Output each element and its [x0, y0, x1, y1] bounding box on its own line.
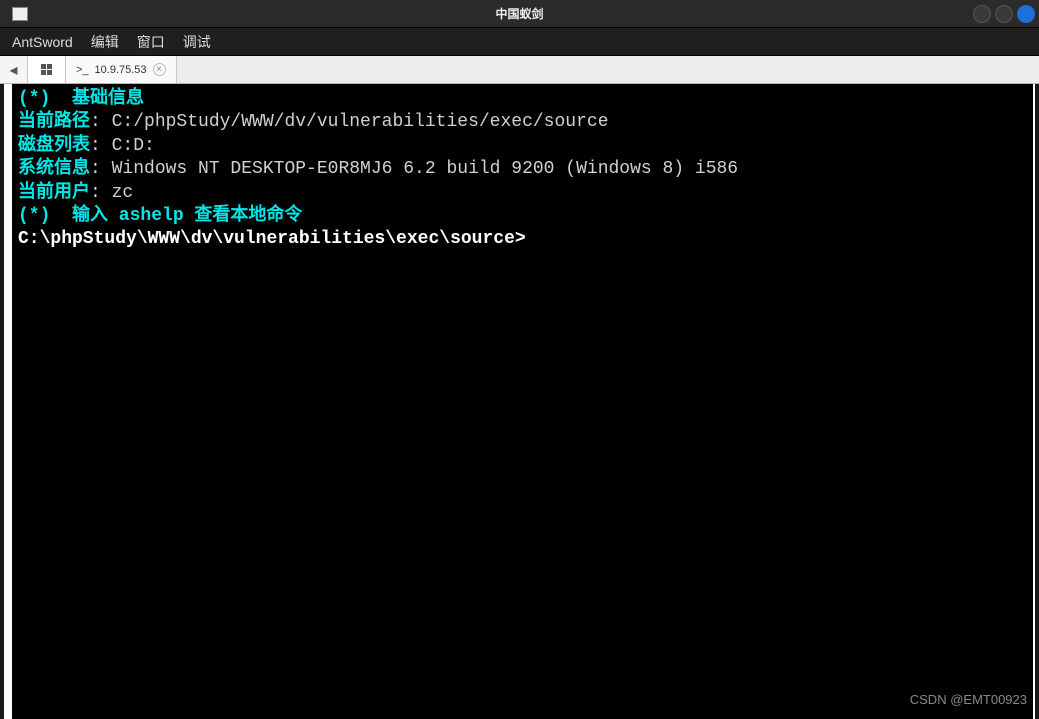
- term-header: (*) 基础信息: [18, 89, 144, 109]
- term-user-label: 当前用户: [18, 183, 90, 203]
- menu-edit[interactable]: 编辑: [91, 32, 119, 52]
- menubar: AntSword 编辑 窗口 调试: [0, 28, 1039, 56]
- watermark: CSDN @EMT00923: [910, 692, 1027, 707]
- window-controls: [973, 5, 1035, 23]
- window-title: 中国蚁剑: [495, 5, 543, 22]
- close-window-button[interactable]: [1017, 5, 1035, 23]
- term-user-value: zc: [112, 183, 134, 203]
- chevron-left-icon: ◂: [9, 60, 17, 80]
- close-icon: ×: [156, 65, 162, 75]
- grid-icon: [41, 64, 52, 75]
- term-colon: :: [90, 159, 112, 179]
- term-help-line: (*) 输入 ashelp 查看本地命令: [18, 206, 302, 226]
- tab-home[interactable]: [28, 56, 66, 83]
- titlebar: 中国蚁剑: [0, 0, 1039, 28]
- tabbar: ◂ >_ 10.9.75.53 ×: [0, 56, 1039, 84]
- maximize-button[interactable]: [995, 5, 1013, 23]
- tab-terminal[interactable]: >_ 10.9.75.53 ×: [66, 56, 177, 83]
- menu-window[interactable]: 窗口: [137, 32, 165, 52]
- tab-nav-prev[interactable]: ◂: [0, 56, 28, 83]
- tab-label: 10.9.75.53: [95, 64, 147, 76]
- term-colon: :: [90, 136, 112, 156]
- term-disk-value: C:D:: [112, 136, 155, 156]
- menu-debug[interactable]: 调试: [183, 32, 211, 52]
- term-colon: :: [90, 183, 112, 203]
- term-path-value: C:/phpStudy/WWW/dv/vulnerabilities/exec/…: [112, 112, 609, 132]
- term-sys-value: Windows NT DESKTOP-E0R8MJ6 6.2 build 920…: [112, 159, 739, 179]
- terminal-output[interactable]: (*) 基础信息 当前路径: C:/phpStudy/WWW/dv/vulner…: [4, 84, 1035, 719]
- term-colon: :: [90, 112, 112, 132]
- term-prompt: C:\phpStudy\WWW\dv\vulnerabilities\exec\…: [18, 229, 526, 249]
- term-path-label: 当前路径: [18, 112, 90, 132]
- minimize-button[interactable]: [973, 5, 991, 23]
- menu-antsword[interactable]: AntSword: [12, 34, 73, 50]
- term-disk-label: 磁盘列表: [18, 136, 90, 156]
- tab-close-button[interactable]: ×: [153, 63, 166, 76]
- terminal-icon: >_: [76, 64, 89, 76]
- term-sys-label: 系统信息: [18, 159, 90, 179]
- app-icon: [12, 7, 28, 21]
